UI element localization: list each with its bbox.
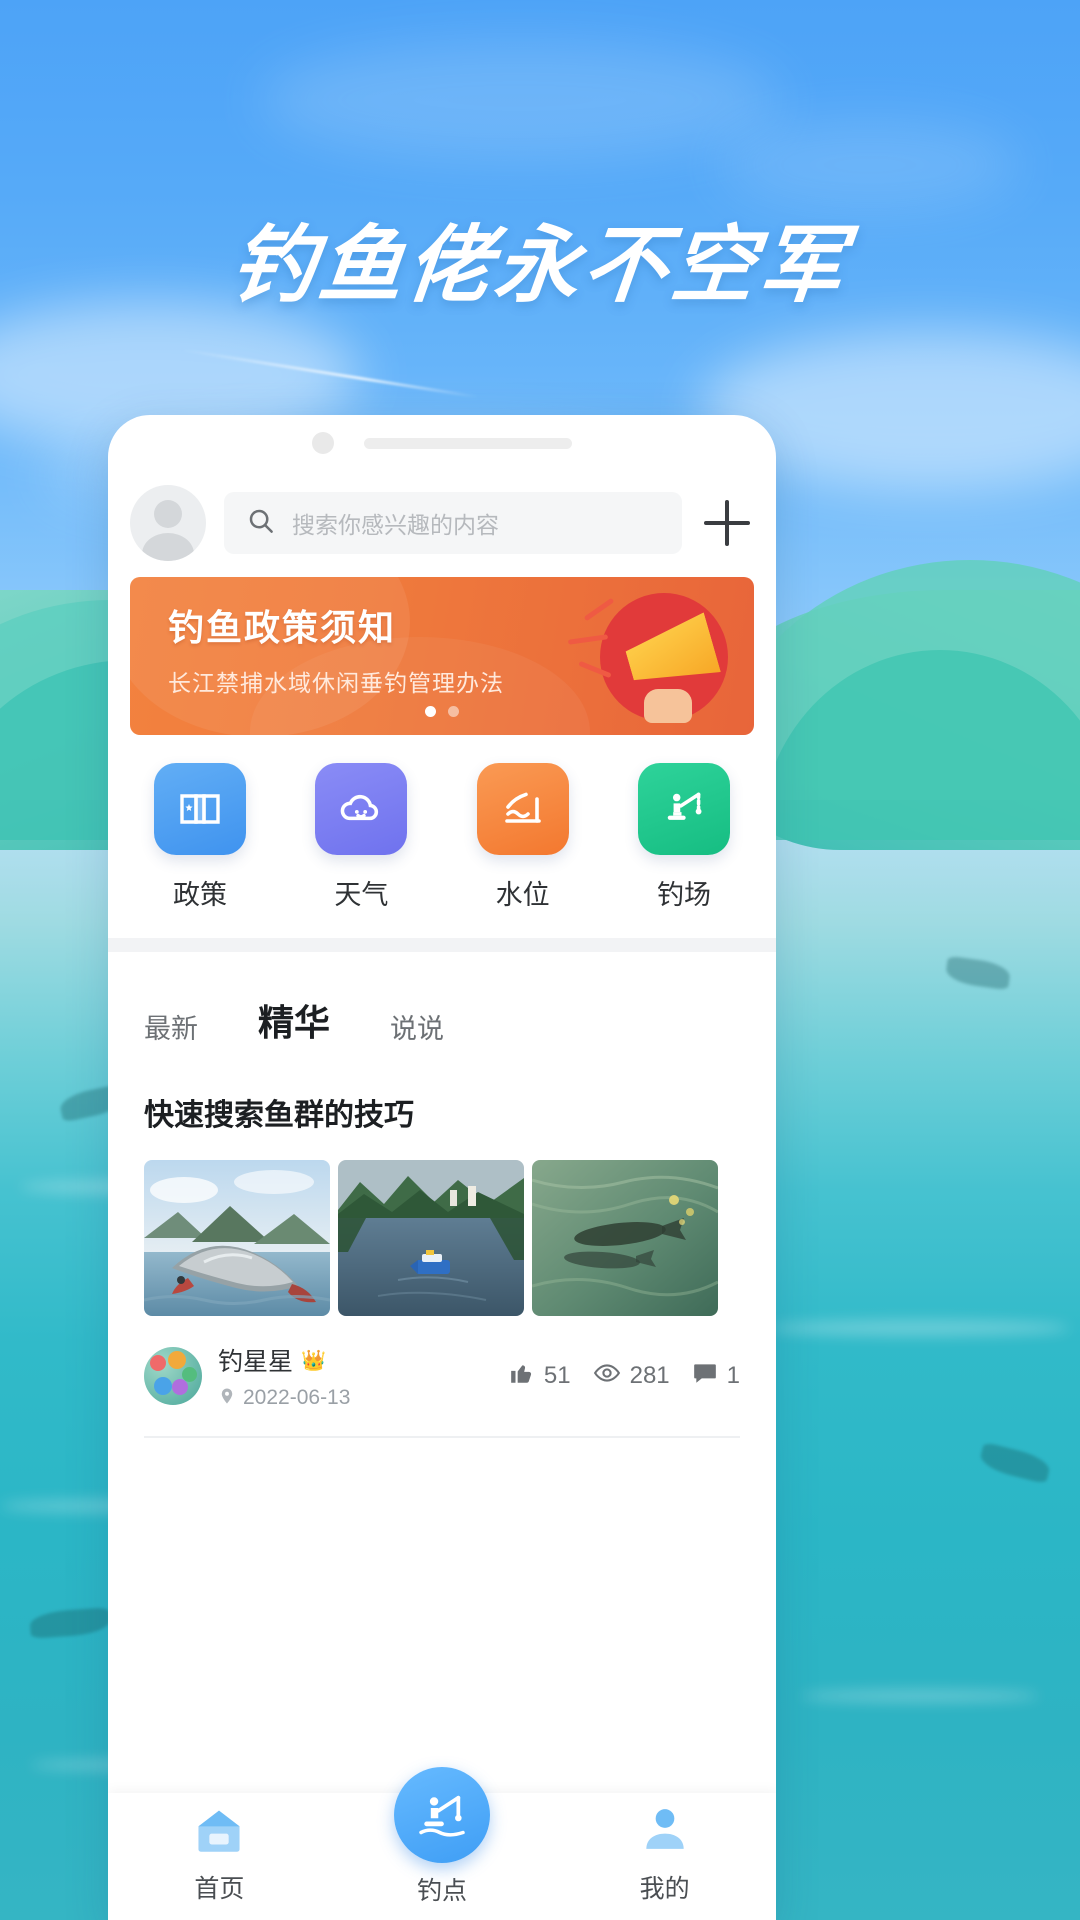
nav-label: 钓点 <box>416 1877 467 1905</box>
grid-label: 水位 <box>495 880 550 910</box>
quick-action-grid: 政策 天气 水位 钓场 <box>130 763 754 938</box>
carousel-dot[interactable] <box>448 706 460 717</box>
angler-icon <box>393 1767 490 1863</box>
grid-label: 政策 <box>173 880 227 910</box>
nav-label: 首页 <box>194 1875 245 1903</box>
post-thumbnail[interactable] <box>338 1160 524 1316</box>
grid-item-waterlevel[interactable]: 水位 <box>463 763 583 912</box>
crown-badge-icon: 👑 <box>301 1349 326 1372</box>
nav-item-profile[interactable]: 我的 <box>590 1801 740 1905</box>
eye-icon <box>593 1359 621 1394</box>
cloud-decoration <box>260 40 780 160</box>
policy-banner[interactable]: 钓鱼政策须知 长江禁捕水域休闲垂钓管理办法 <box>130 577 754 735</box>
post-title[interactable]: 快速搜索鱼群的技巧 <box>130 1072 754 1160</box>
pin-icon <box>218 1387 236 1410</box>
nav-label: 我的 <box>639 1875 690 1903</box>
phone-mockup: 搜索你感兴趣的内容 钓鱼政策须知 长江禁捕水域休闲垂钓管理办法 政策 天气 水位… <box>108 415 776 1920</box>
fish-silhouette <box>977 1441 1053 1485</box>
bottom-navigation: 首页 钓点 我的 <box>108 1767 776 1920</box>
camera-dot-icon <box>312 432 334 454</box>
grid-item-weather[interactable]: 天气 <box>301 763 421 912</box>
phone-notch <box>108 415 776 471</box>
water-ripple <box>770 1320 1070 1336</box>
plus-icon[interactable] <box>700 496 754 550</box>
thumb-up-icon <box>509 1360 535 1393</box>
grid-item-fishingspot[interactable]: 钓场 <box>624 763 744 912</box>
view-count: 281 <box>629 1362 670 1389</box>
cloud-icon <box>315 763 408 855</box>
app-screen: 搜索你感兴趣的内容 钓鱼政策须知 长江禁捕水域休闲垂钓管理办法 政策 天气 水位… <box>108 471 776 1920</box>
grid-label: 钓场 <box>656 880 711 910</box>
home-top-card: 搜索你感兴趣的内容 钓鱼政策须知 长江禁捕水域休闲垂钓管理办法 政策 天气 水位… <box>108 471 776 938</box>
post-stats: 51 281 1 <box>509 1359 740 1394</box>
carousel-dots[interactable] <box>130 704 754 722</box>
author-info: 钓星星 👑 2022-06-13 <box>218 1342 509 1410</box>
person-icon <box>635 1801 695 1861</box>
post-thumbnail[interactable] <box>144 1160 330 1316</box>
like-count: 51 <box>543 1362 571 1389</box>
post-date: 2022-06-13 <box>243 1386 351 1409</box>
fish-silhouette <box>29 1607 111 1639</box>
banner-subtitle: 长江禁捕水域休闲垂钓管理办法 <box>168 671 504 697</box>
speaker-grille <box>364 437 572 449</box>
book-icon <box>154 763 246 855</box>
author-avatar[interactable] <box>144 1347 202 1405</box>
post-meta: 钓星星 👑 2022-06-13 51 281 1 <box>130 1316 754 1410</box>
chart-icon <box>476 763 569 855</box>
nav-item-home[interactable]: 首页 <box>144 1801 294 1905</box>
comment-icon <box>692 1360 718 1393</box>
search-icon <box>246 506 276 541</box>
author-name[interactable]: 钓星星 <box>218 1342 293 1378</box>
view-stat: 281 <box>593 1359 670 1394</box>
angler-icon <box>637 763 730 855</box>
water-ripple <box>800 1690 1040 1702</box>
tab-latest[interactable]: 最新 <box>144 1007 198 1046</box>
comment-stat[interactable]: 1 <box>692 1360 740 1393</box>
fish-silhouette <box>944 955 1012 991</box>
grid-item-policy[interactable]: 政策 <box>140 763 260 912</box>
carousel-dot[interactable] <box>424 706 436 717</box>
avatar[interactable] <box>130 485 206 561</box>
hero-headline: 钓鱼佬永不空军 <box>226 216 853 314</box>
banner-title: 钓鱼政策须知 <box>168 608 397 649</box>
search-row: 搜索你感兴趣的内容 <box>130 471 754 577</box>
section-divider <box>108 938 776 952</box>
background-scene: 钓鱼佬永不空军 搜索你感兴趣的内容 钓鱼政策须知 长江禁捕水域休闲垂钓管理办法 … <box>0 0 1080 1920</box>
home-icon <box>189 1801 249 1861</box>
search-input[interactable]: 搜索你感兴趣的内容 <box>224 492 682 554</box>
post-thumbnails <box>130 1160 754 1316</box>
feed-tabs: 最新 精华 说说 <box>130 952 754 1072</box>
tab-talk[interactable]: 说说 <box>390 1007 444 1046</box>
search-placeholder: 搜索你感兴趣的内容 <box>292 512 499 538</box>
feed-section: 最新 精华 说说 快速搜索鱼群的技巧 钓星星 👑 2022-06-13 51 2… <box>108 952 776 1438</box>
post-separator <box>144 1436 740 1438</box>
banner-text: 钓鱼政策须知 长江禁捕水域休闲垂钓管理办法 <box>168 599 504 698</box>
nav-item-fishingspot[interactable]: 钓点 <box>367 1767 517 1907</box>
like-stat[interactable]: 51 <box>509 1360 571 1393</box>
tab-featured[interactable]: 精华 <box>258 994 330 1046</box>
post-thumbnail[interactable] <box>532 1160 718 1316</box>
comment-count: 1 <box>726 1362 740 1389</box>
cloud-decoration <box>720 120 1020 210</box>
grid-label: 天气 <box>334 880 389 910</box>
